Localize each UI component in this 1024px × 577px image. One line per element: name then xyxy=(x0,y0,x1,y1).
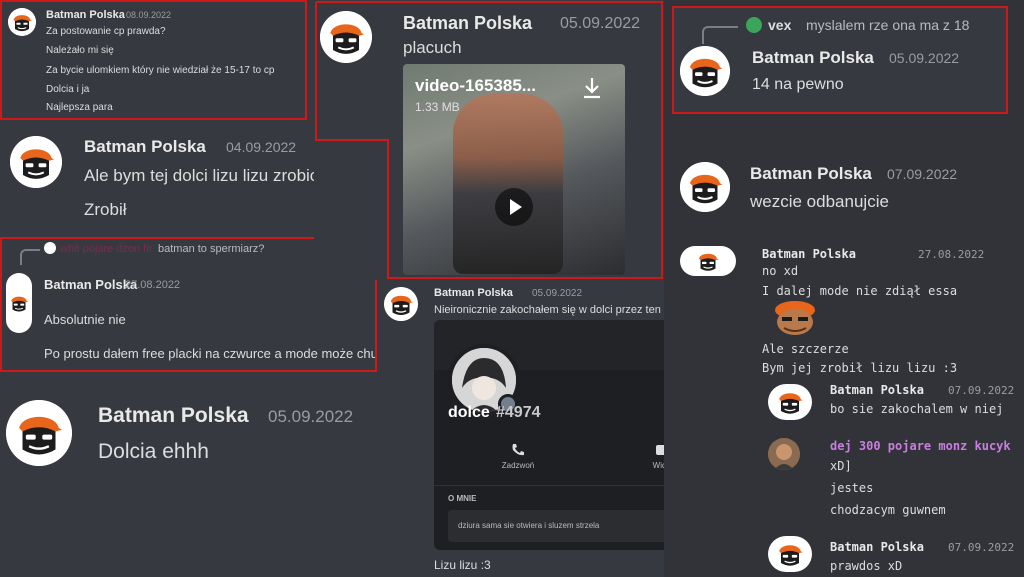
phone-icon xyxy=(510,442,526,458)
message-text: prawdos xD xyxy=(830,559,903,573)
username[interactable]: Batman Polska xyxy=(762,247,856,261)
message-line: Bym jej zrobił lizu lizu :3 xyxy=(762,361,958,375)
batman-avatar[interactable] xyxy=(680,246,736,276)
user-avatar[interactable] xyxy=(768,438,800,470)
timestamp: 27.08.2022 xyxy=(918,248,985,261)
timestamp: 07.09.2022 xyxy=(887,166,958,182)
reply-username[interactable]: vex xyxy=(768,17,791,33)
username[interactable]: Batman Polska xyxy=(434,287,513,299)
panel-7: Batman Polska 27.08.2022 no xd I dalej m… xyxy=(672,240,1024,378)
message-line: Ale szczerze xyxy=(762,342,849,356)
call-label: Zadzwoń xyxy=(501,461,535,470)
message-line: chodzacym guwnem xyxy=(830,503,946,517)
timestamp: 07.09.2022 xyxy=(948,384,1015,397)
batman-avatar[interactable] xyxy=(768,536,812,572)
message-line: no xd xyxy=(762,264,799,278)
username[interactable]: dej 300 pojare monz kucyk xyxy=(830,439,1011,453)
timestamp: 05.09.2022 xyxy=(889,50,960,66)
reply-avatar[interactable] xyxy=(746,17,762,33)
batman-avatar[interactable] xyxy=(680,162,730,212)
username[interactable]: Batman Polska xyxy=(750,164,872,184)
panel-3: vex myslalem rze ona ma z 18 Batman Pols… xyxy=(672,6,1008,114)
batman-avatar[interactable] xyxy=(768,384,812,420)
profile-username: dolce xyxy=(448,404,490,421)
panel-5: Batman Polska 07.09.2022 wezcie odbanujc… xyxy=(672,150,1024,225)
panel-10: Batman Polska 07.09.2022 bo sie zakochal… xyxy=(760,378,1024,577)
message-text: wezcie odbanujcie xyxy=(750,192,889,211)
message-text: Nieironicznie zakochałem się w dolci prz… xyxy=(434,304,685,316)
message-line: I dalej mode nie zdiął essa xyxy=(762,284,958,298)
reply-connector xyxy=(702,26,738,44)
timestamp: 07.09.2022 xyxy=(948,541,1015,554)
reply-text: myslalem rze ona ma z 18 xyxy=(806,17,970,33)
profile-tag: #4974 xyxy=(496,404,541,421)
batman-avatar[interactable] xyxy=(680,46,730,96)
about-text: dziura sama sie otwiera i sluzem strzela xyxy=(458,521,600,530)
username[interactable]: Batman Polska xyxy=(752,48,874,68)
message-line: jestes xyxy=(830,481,874,495)
message-text: 14 na pewno xyxy=(752,76,844,93)
call-button[interactable]: Zadzwoń xyxy=(448,438,588,478)
message-text: Lizu lizu :3 xyxy=(434,558,491,572)
about-title: O MNIE xyxy=(448,494,477,503)
username[interactable]: Batman Polska xyxy=(830,540,924,554)
emoji-sticker xyxy=(764,300,826,336)
message-text: bo sie zakochalem w niej xyxy=(830,402,1004,416)
message-line: xD] xyxy=(830,459,852,473)
batman-avatar[interactable] xyxy=(384,287,418,321)
username[interactable]: Batman Polska xyxy=(830,383,924,397)
timestamp: 05.09.2022 xyxy=(532,288,583,299)
